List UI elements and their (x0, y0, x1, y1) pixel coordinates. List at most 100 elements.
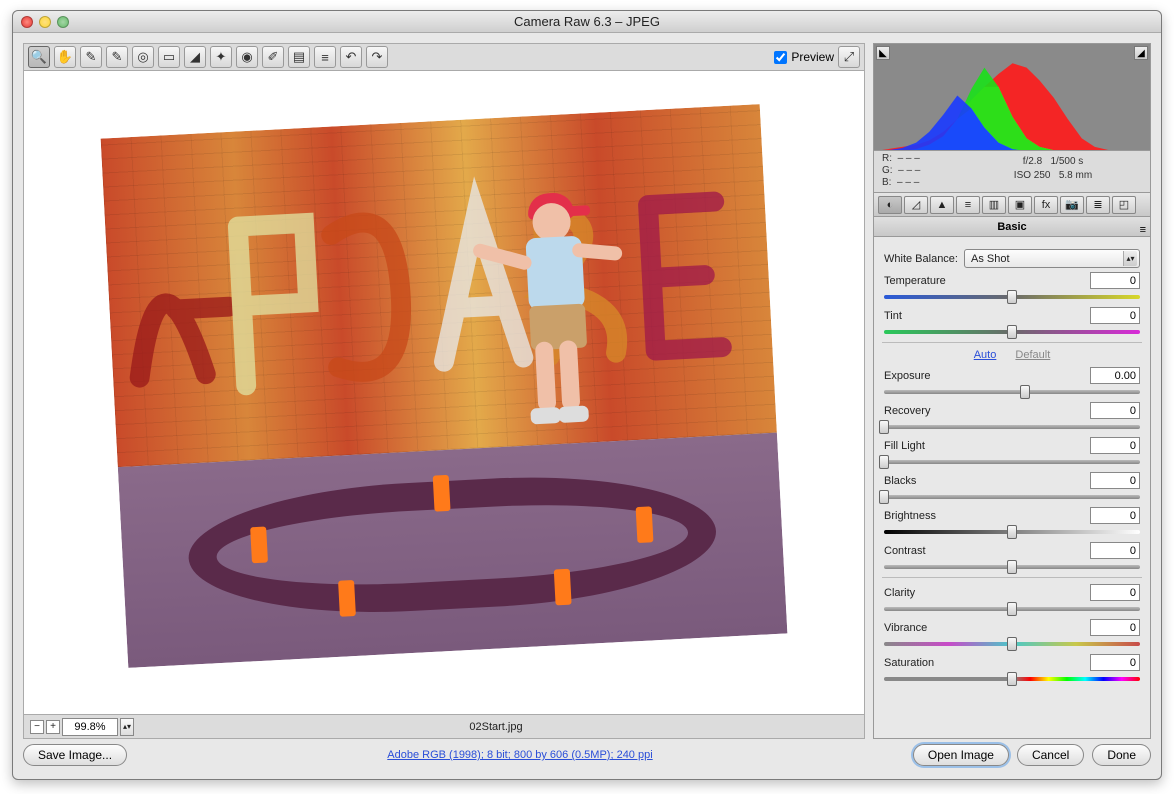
filename-label: 02Start.jpg (134, 721, 858, 733)
effects-tab[interactable]: fx (1034, 196, 1058, 214)
exposure-slider[interactable] (884, 390, 1140, 394)
snapshots-tab[interactable]: ◰ (1112, 196, 1136, 214)
vibrance-slider-thumb[interactable] (1007, 637, 1017, 651)
white-balance-tool[interactable]: ✎ (80, 46, 102, 68)
saturation-slider-thumb[interactable] (1007, 672, 1017, 686)
lens-corrections-tab[interactable]: ▣ (1008, 196, 1032, 214)
zoom-tool[interactable]: 🔍 (28, 46, 50, 68)
crop-tool[interactable]: ▭ (158, 46, 180, 68)
basic-tab[interactable]: ◐ (878, 196, 902, 214)
rotate-cw-tool[interactable]: ↷ (366, 46, 388, 68)
contrast-slider-row: Contrast (884, 542, 1140, 569)
image-preview-canvas[interactable] (23, 71, 865, 715)
zoom-out-button[interactable]: − (30, 720, 44, 734)
contrast-slider-thumb[interactable] (1007, 560, 1017, 574)
main-toolbar: 🔍✋✎✎◎▭◢✦◉✐▤≡↶↷ Preview ⤢ (23, 43, 865, 71)
saturation-slider[interactable] (884, 677, 1140, 681)
zoom-window-icon[interactable] (57, 16, 69, 28)
straighten-tool[interactable]: ◢ (184, 46, 206, 68)
titlebar: Camera Raw 6.3 – JPEG (13, 11, 1161, 33)
histogram[interactable]: ◣ ◢ (873, 43, 1151, 151)
workflow-options-link[interactable]: Adobe RGB (1998); 8 bit; 800 by 606 (0.5… (135, 749, 905, 761)
panel-title: Basic ≡ (873, 217, 1151, 237)
temperature-slider[interactable] (884, 295, 1140, 299)
recovery-slider[interactable] (884, 425, 1140, 429)
default-link[interactable]: Default (1015, 349, 1050, 361)
graduated-filter-tool[interactable]: ▤ (288, 46, 310, 68)
clarity-value-field[interactable] (1090, 584, 1140, 601)
saturation-slider-row: Saturation (884, 654, 1140, 681)
brightness-slider[interactable] (884, 530, 1140, 534)
temperature-slider-thumb[interactable] (1007, 290, 1017, 304)
color-sampler-tool[interactable]: ✎ (106, 46, 128, 68)
brightness-slider-thumb[interactable] (1007, 525, 1017, 539)
app-window: Camera Raw 6.3 – JPEG 🔍✋✎✎◎▭◢✦◉✐▤≡↶↷ Pre… (12, 10, 1162, 780)
preview-toggle[interactable]: Preview (774, 50, 834, 64)
adjustment-brush-tool[interactable]: ✐ (262, 46, 284, 68)
targeted-adjustment-tool[interactable]: ◎ (132, 46, 154, 68)
hsl-tab[interactable]: ≡ (956, 196, 980, 214)
camera-calibration-tab[interactable]: 📷 (1060, 196, 1084, 214)
contrast-value-field[interactable] (1090, 542, 1140, 559)
white-balance-value: As Shot (971, 253, 1010, 265)
tint-value-field[interactable] (1090, 307, 1140, 324)
exposure-label: Exposure (884, 370, 930, 382)
clarity-slider-thumb[interactable] (1007, 602, 1017, 616)
presets-tab[interactable]: ≣ (1086, 196, 1110, 214)
filllight-slider[interactable] (884, 460, 1140, 464)
zoom-stepper-icon[interactable]: ▴▾ (120, 718, 134, 736)
exposure-value-field[interactable] (1090, 367, 1140, 384)
brightness-label: Brightness (884, 510, 936, 522)
blacks-slider[interactable] (884, 495, 1140, 499)
preferences-tool[interactable]: ≡ (314, 46, 336, 68)
vibrance-slider[interactable] (884, 642, 1140, 646)
panel-tab-strip: ◐◿▲≡▥▣fx📷≣◰ (873, 193, 1151, 217)
filllight-slider-thumb[interactable] (879, 455, 889, 469)
fullscreen-toggle-icon[interactable]: ⤢ (838, 46, 860, 68)
saturation-label: Saturation (884, 657, 934, 669)
clarity-label: Clarity (884, 587, 915, 599)
save-image-button[interactable]: Save Image... (23, 744, 127, 766)
open-image-button[interactable]: Open Image (913, 744, 1009, 766)
hand-tool[interactable]: ✋ (54, 46, 76, 68)
blacks-value-field[interactable] (1090, 472, 1140, 489)
blacks-slider-thumb[interactable] (879, 490, 889, 504)
preview-checkbox[interactable] (774, 51, 787, 64)
saturation-value-field[interactable] (1090, 654, 1140, 671)
vibrance-value-field[interactable] (1090, 619, 1140, 636)
window-title: Camera Raw 6.3 – JPEG (13, 14, 1161, 29)
recovery-label: Recovery (884, 405, 930, 417)
red-eye-tool[interactable]: ◉ (236, 46, 258, 68)
clarity-slider-row: Clarity (884, 584, 1140, 611)
select-stepper-icon: ▴▾ (1123, 251, 1137, 266)
spot-removal-tool[interactable]: ✦ (210, 46, 232, 68)
brightness-value-field[interactable] (1090, 507, 1140, 524)
recovery-value-field[interactable] (1090, 402, 1140, 419)
panel-menu-icon[interactable]: ≡ (1140, 220, 1146, 240)
close-window-icon[interactable] (21, 16, 33, 28)
detail-tab[interactable]: ▲ (930, 196, 954, 214)
rotate-ccw-tool[interactable]: ↶ (340, 46, 362, 68)
done-button[interactable]: Done (1092, 744, 1151, 766)
footer-bar: Save Image... Adobe RGB (1998); 8 bit; 8… (13, 739, 1161, 779)
tint-slider-thumb[interactable] (1007, 325, 1017, 339)
tone-curve-tab[interactable]: ◿ (904, 196, 928, 214)
recovery-slider-thumb[interactable] (879, 420, 889, 434)
auto-link[interactable]: Auto (974, 349, 997, 361)
window-controls (13, 16, 69, 28)
temperature-value-field[interactable] (1090, 272, 1140, 289)
split-toning-tab[interactable]: ▥ (982, 196, 1006, 214)
tint-label: Tint (884, 310, 902, 322)
exposure-slider-thumb[interactable] (1020, 385, 1030, 399)
minimize-window-icon[interactable] (39, 16, 51, 28)
cancel-button[interactable]: Cancel (1017, 744, 1084, 766)
recovery-slider-row: Recovery (884, 402, 1140, 429)
zoom-in-button[interactable]: + (46, 720, 60, 734)
white-balance-select[interactable]: As Shot ▴▾ (964, 249, 1140, 268)
contrast-slider[interactable] (884, 565, 1140, 569)
vibrance-label: Vibrance (884, 622, 927, 634)
zoom-level-field[interactable] (62, 718, 118, 736)
filllight-value-field[interactable] (1090, 437, 1140, 454)
clarity-slider[interactable] (884, 607, 1140, 611)
tint-slider[interactable] (884, 330, 1140, 334)
